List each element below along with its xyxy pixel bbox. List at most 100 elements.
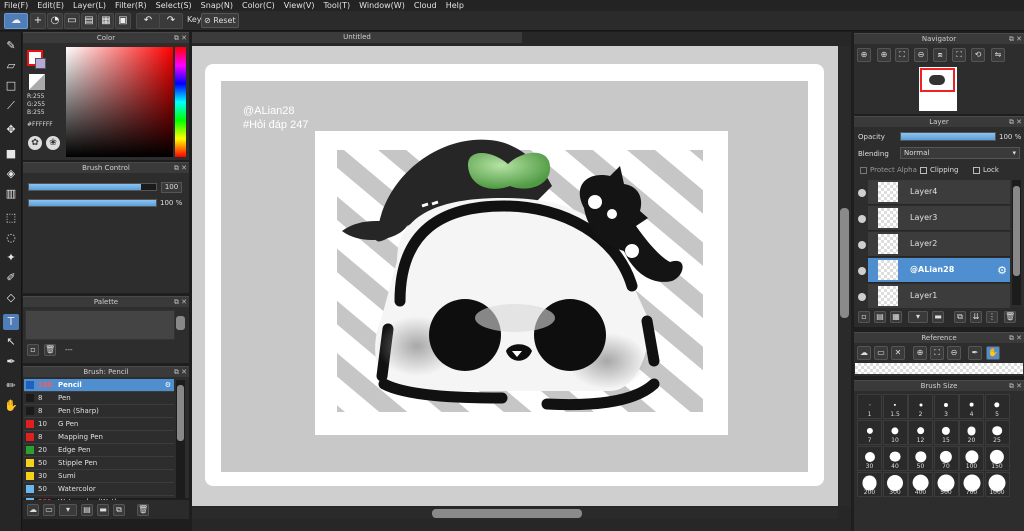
transparent-color-swatch[interactable] (29, 74, 45, 90)
brush-size-cell[interactable]: 300 (882, 472, 908, 497)
select-pen-tool-icon[interactable]: ✐ (3, 270, 19, 286)
magic-wand-tool-icon[interactable]: ✦ (3, 250, 19, 266)
reference-image-area[interactable] (855, 363, 1023, 374)
rectangle-tool-icon[interactable]: □ (3, 78, 19, 94)
layer-item[interactable]: Layer1 (868, 284, 1010, 309)
brush-size-cell[interactable]: 400 (908, 472, 933, 497)
reset-button[interactable]: ⊘ Reset (201, 13, 239, 28)
layer-item[interactable]: Layer4 (868, 180, 1010, 205)
menu-item[interactable]: Cloud (410, 1, 442, 10)
rotate-icon[interactable]: ⟲ (971, 48, 985, 62)
open-folder-icon[interactable]: ▭ (874, 346, 888, 360)
bucket-tool-icon[interactable]: ◈ (3, 166, 19, 182)
brush-size-cell[interactable]: 700 (959, 472, 984, 497)
brush-size-cell[interactable]: 150 (984, 446, 1010, 471)
eyedropper-tool-icon[interactable]: ✒ (3, 354, 19, 370)
redo-icon[interactable]: ↷ (159, 13, 183, 29)
hand-tool-icon[interactable]: ✋ (3, 398, 19, 414)
menu-item[interactable]: Color(C) (238, 1, 280, 10)
brush-size-cell[interactable]: 20 (959, 420, 984, 445)
actual-size-icon[interactable]: ⧈ (933, 48, 947, 62)
menu-item[interactable]: Snap(N) (197, 1, 238, 10)
palette-swatches[interactable] (25, 310, 175, 340)
document-tab[interactable]: Untitled (192, 32, 522, 43)
brush-size-cell[interactable]: 5 (984, 394, 1010, 419)
brush-size-cell[interactable]: 100 (959, 446, 984, 471)
layer-item[interactable]: @ALian28 ⚙ (868, 258, 1010, 283)
brush-size-cell[interactable]: 10 (882, 420, 908, 445)
new-layer-icon[interactable]: ▫ (858, 311, 870, 323)
brush-item[interactable]: 50 Watercolor (24, 483, 174, 496)
gradient-tool-icon[interactable]: ▥ (3, 186, 19, 202)
brush-size-cell[interactable]: 7 (857, 420, 882, 445)
add-layer-dropdown-icon[interactable]: ▾ (908, 311, 928, 323)
text-tool-icon[interactable]: T (3, 314, 19, 330)
folder-icon[interactable]: ▭ (43, 504, 55, 516)
undo-icon[interactable]: ↶ (136, 13, 160, 29)
trash-icon[interactable]: 🗑 (44, 344, 56, 356)
hue-slider[interactable] (175, 47, 186, 157)
close-icon[interactable]: ⧉ ✕ (174, 163, 187, 173)
layer-opacity-slider[interactable] (900, 132, 996, 141)
cloud-brush-icon[interactable]: ☁ (27, 504, 39, 516)
brush-size-cell[interactable]: 500 (933, 472, 959, 497)
eye-icon[interactable] (858, 267, 866, 275)
brush-opacity-slider[interactable] (28, 199, 157, 207)
menu-item[interactable]: View(V) (280, 1, 320, 10)
speech-bubble-icon[interactable]: ◔ (47, 13, 63, 29)
brush-item[interactable]: 100 Pencil ⚙ (24, 379, 174, 392)
page-icon[interactable]: ▤ (81, 13, 97, 29)
menu-item[interactable]: Edit(E) (33, 1, 69, 10)
blending-select[interactable]: Normal ▾ (900, 147, 1020, 159)
brush-size-cell[interactable]: 70 (933, 446, 959, 471)
gear-icon[interactable]: ⚙ (997, 264, 1007, 277)
menu-item[interactable]: Filter(R) (111, 1, 152, 10)
menu-item[interactable]: File(F) (0, 1, 33, 10)
brush-size-value[interactable]: 100 (161, 182, 182, 193)
menu-item[interactable]: Select(S) (152, 1, 197, 10)
select-tool-icon[interactable]: ⬚ (3, 210, 19, 226)
saturation-value-picker[interactable] (66, 47, 173, 157)
brush-item[interactable]: 10 G Pen (24, 418, 174, 431)
protect-alpha-checkbox[interactable] (860, 167, 867, 174)
zoom-out-icon[interactable]: ⊕ (877, 48, 891, 62)
brush-list-scrollbar[interactable] (177, 385, 184, 441)
hand-icon[interactable]: ✋ (986, 346, 1000, 360)
zoom-in-icon[interactable]: ⊕ (857, 48, 871, 62)
close-icon[interactable]: ⧉ ✕ (1009, 117, 1022, 127)
layer-item[interactable]: Layer2 (868, 232, 1010, 257)
brush-size-cell[interactable]: 40 (882, 446, 908, 471)
new-folder-icon[interactable]: ▬ (932, 311, 944, 323)
palette-scrollbar[interactable] (176, 316, 185, 330)
menu-item[interactable]: Tool(T) (319, 1, 355, 10)
zoom-out-icon[interactable]: ⊖ (947, 346, 961, 360)
brush-size-slider[interactable] (28, 183, 157, 191)
brush-item[interactable]: 8 Mapping Pen (24, 431, 174, 444)
menu-item[interactable]: Layer(L) (69, 1, 111, 10)
close-reference-icon[interactable]: ✕ (891, 346, 905, 360)
brush-item[interactable]: 50 Stipple Pen (24, 457, 174, 470)
new-file-icon[interactable]: + (30, 13, 46, 29)
layer-scrollbar[interactable] (1013, 186, 1020, 276)
close-icon[interactable]: ⧉ ✕ (174, 367, 187, 377)
brush-size-cell[interactable]: 2 (908, 394, 933, 419)
line-tool-icon[interactable]: ⟋ (3, 98, 19, 114)
flip-icon[interactable]: ⇋ (991, 48, 1005, 62)
cloud-icon[interactable]: ☁ (4, 13, 28, 29)
artwork-canvas[interactable]: @ALian28 #Hỏi đáp 247 (192, 46, 838, 506)
brush-size-cell[interactable]: 4 (959, 394, 984, 419)
brush-size-cell[interactable]: 3 (933, 394, 959, 419)
lasso-tool-icon[interactable]: ◌ (3, 230, 19, 246)
close-icon[interactable]: ⧉ ✕ (174, 297, 187, 307)
grid-icon[interactable]: ▦ (98, 13, 114, 29)
new-halftone-layer-icon[interactable]: ▤ (874, 311, 886, 323)
fit-icon[interactable]: ⛶ (895, 48, 909, 62)
zoom-in-icon[interactable]: ⊕ (913, 346, 927, 360)
cloud-upload-icon[interactable]: ☁ (857, 346, 871, 360)
add-brush-icon[interactable]: ▾ (59, 504, 77, 516)
brush-item[interactable]: 30 Sumi (24, 470, 174, 483)
move-tool-icon[interactable]: ✥ (3, 122, 19, 138)
copy-icon[interactable]: ⧉ (113, 504, 125, 516)
fill-rect-tool-icon[interactable]: ■ (3, 146, 19, 162)
navigator-preview[interactable] (919, 67, 957, 111)
